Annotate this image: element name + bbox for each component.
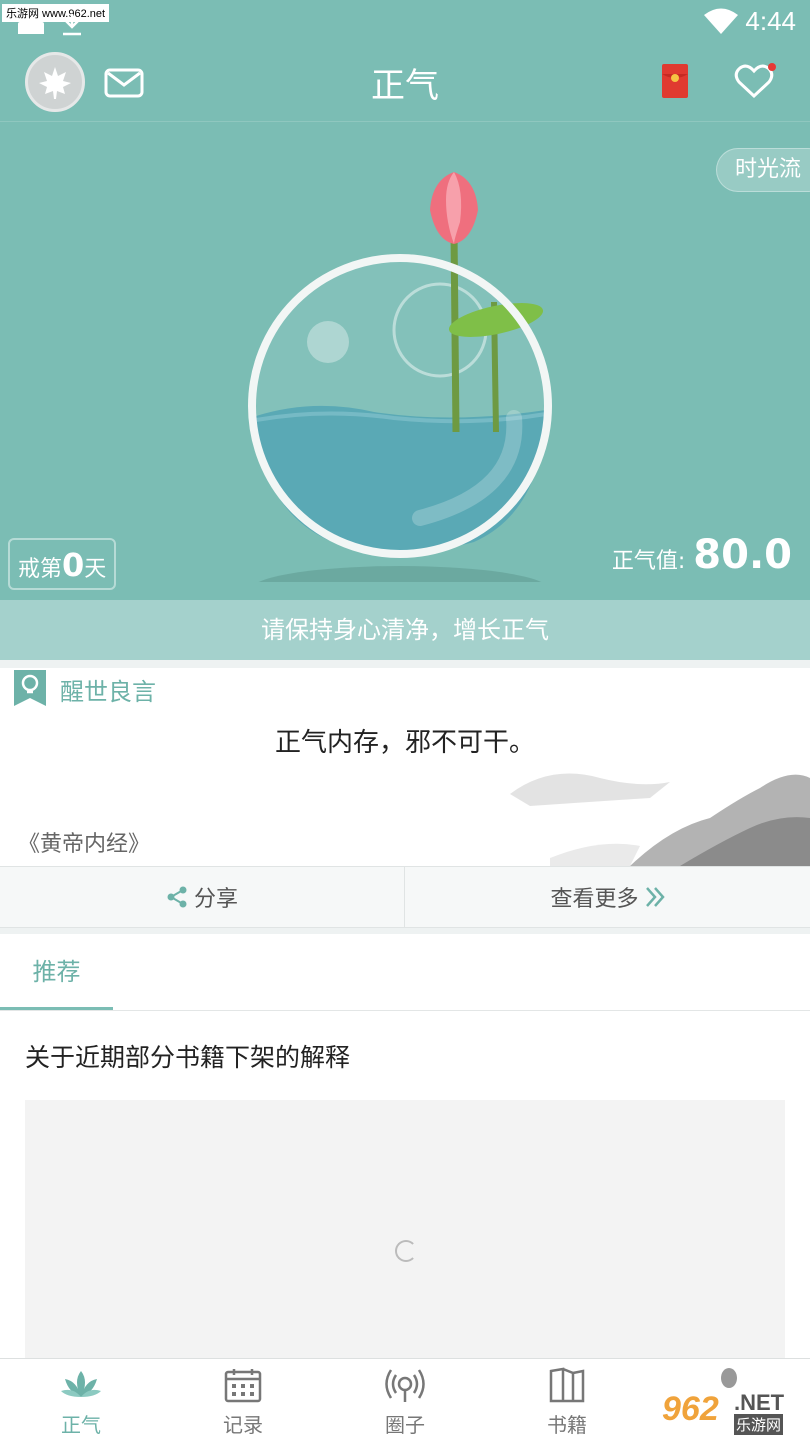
- nav-label: 记录: [223, 1413, 263, 1437]
- view-more-button[interactable]: 查看更多: [405, 867, 810, 927]
- days-suffix: 天: [84, 557, 107, 582]
- lightbulb-bookmark-icon: [14, 670, 46, 706]
- days-prefix: 戒第: [18, 557, 63, 582]
- article-title[interactable]: 关于近期部分书籍下架的解释: [25, 1038, 350, 1074]
- nav-label: 正气: [61, 1413, 101, 1437]
- calendar-icon: [224, 1369, 262, 1403]
- broadcast-icon: [385, 1369, 425, 1402]
- page-title: 正气: [371, 66, 439, 106]
- share-label: 分享: [193, 887, 238, 912]
- lotus-bowl-illustration[interactable]: [224, 162, 584, 582]
- loading-spinner-icon: [395, 1240, 417, 1262]
- status-bar: 乐游网 www.962.net 4:44: [0, 0, 810, 42]
- nav-label: 书籍: [547, 1413, 587, 1437]
- watermark-logo-main: 962: [662, 1390, 719, 1428]
- quote-actions: 分享 查看更多: [0, 866, 810, 928]
- app-header: 正气: [0, 42, 810, 122]
- quote-source: 《黄帝内经》: [18, 832, 151, 857]
- ink-mountains-decoration: [510, 773, 810, 866]
- quote-text: 正气内存，邪不可干。: [274, 728, 535, 758]
- wifi-icon: [704, 8, 738, 34]
- zhengqi-value-label: 正气值:: [611, 549, 686, 574]
- clock: 4:44: [745, 6, 796, 36]
- days-count: 0: [62, 546, 85, 584]
- abstinence-day-counter: 戒第0天: [8, 538, 117, 590]
- view-more-label: 查看更多: [550, 887, 639, 912]
- zhengqi-value-number: 80.0: [693, 532, 792, 578]
- recommend-section: 推荐 关于近期部分书籍下架的解释: [0, 934, 810, 1360]
- share-button[interactable]: 分享: [0, 867, 405, 927]
- watermark-logo-cn: 乐游网: [734, 1414, 784, 1435]
- article-image-placeholder[interactable]: [25, 1100, 785, 1360]
- zhengqi-value: 正气值: 80.0: [612, 532, 792, 578]
- watermark-badge: 乐游网 www.962.net: [2, 4, 110, 22]
- quote-section-label: 醒世良言: [60, 678, 156, 706]
- notification-square-icon: [18, 22, 44, 34]
- nav-item-zhengqi[interactable]: 正气: [0, 1359, 162, 1440]
- lotus-icon: [61, 1371, 101, 1397]
- hint-banner: 请保持身心清净，增长正气: [0, 600, 810, 660]
- watermark-logo-net: .NET: [734, 1390, 785, 1415]
- double-chevron-right-icon: [645, 887, 665, 907]
- red-packet-icon[interactable]: [662, 64, 688, 98]
- tab-recommend[interactable]: 推荐: [0, 934, 113, 1010]
- watermark-logo: 962 .NET 乐游网: [662, 1386, 804, 1436]
- book-icon: [549, 1367, 585, 1403]
- notification-dot: [768, 63, 776, 71]
- nav-label: 圈子: [385, 1413, 425, 1437]
- hero-panel: 时光流 戒第0天 正气值: 80.0: [0, 122, 810, 600]
- time-flow-button[interactable]: 时光流: [715, 148, 810, 192]
- nav-item-records[interactable]: 记录: [162, 1359, 324, 1440]
- nav-item-circle[interactable]: 圈子: [324, 1359, 486, 1440]
- heart-icon[interactable]: [734, 62, 778, 102]
- bottom-navigation: 正气 记录 圈子 书籍 962 .NET 乐游网: [0, 1358, 810, 1440]
- download-icon: [63, 14, 81, 36]
- nav-item-books[interactable]: 书籍: [486, 1359, 648, 1440]
- quote-card: 醒世良言 正气内存，邪不可干。 《黄帝内经》: [0, 668, 810, 866]
- tab-divider: [0, 1010, 810, 1011]
- share-icon: [167, 886, 187, 908]
